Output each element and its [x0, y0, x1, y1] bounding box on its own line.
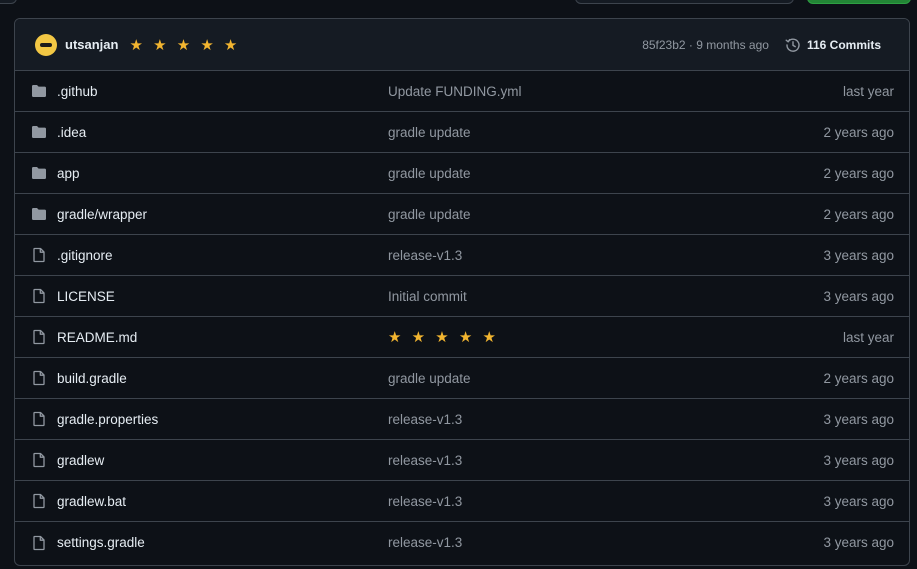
commit-time: 3 years ago: [823, 247, 894, 263]
commit-message-link[interactable]: release-v1.3: [388, 412, 754, 427]
file-row[interactable]: build.gradle gradle update 2 years ago: [15, 358, 909, 399]
file-name[interactable]: .idea: [57, 125, 388, 140]
file-name[interactable]: gradle.properties: [57, 412, 388, 427]
file-name[interactable]: LICENSE: [57, 289, 388, 304]
commit-message-link[interactable]: ★ ★ ★ ★ ★: [388, 328, 754, 346]
file-row[interactable]: gradle/wrapper gradle update 2 years ago: [15, 194, 909, 235]
file-row[interactable]: LICENSE Initial commit 3 years ago: [15, 276, 909, 317]
commit-message-text: ★ ★ ★ ★ ★: [388, 329, 499, 346]
commits-count: 116 Commits: [806, 37, 881, 52]
commit-time: 3 years ago: [823, 452, 894, 468]
commit-time: 3 years ago: [823, 493, 894, 509]
commit-message-text: release-v1.3: [388, 452, 463, 468]
commit-message-text: gradle update: [388, 206, 471, 222]
commit-message-text: release-v1.3: [388, 493, 463, 509]
file-icon: [31, 535, 47, 551]
commit-time: 3 years ago: [823, 288, 894, 304]
file-row[interactable]: .github Update FUNDING.yml last year: [15, 71, 909, 112]
file-name[interactable]: settings.gradle: [57, 535, 388, 550]
file-icon: [31, 452, 47, 468]
commit-message-link[interactable]: Initial commit: [388, 289, 754, 304]
file-browser: utsanjan ★ ★ ★ ★ ★ 85f23b2 · 9 months ag…: [14, 18, 910, 566]
commit-message-link[interactable]: release-v1.3: [388, 494, 754, 509]
file-name[interactable]: .github: [57, 84, 388, 99]
folder-icon: [31, 165, 47, 181]
commit-time: 3 years ago: [823, 535, 894, 550]
file-icon: [31, 411, 47, 427]
file-row[interactable]: .idea gradle update 2 years ago: [15, 112, 909, 153]
file-name[interactable]: gradle/wrapper: [57, 207, 388, 222]
commit-message-link[interactable]: Update FUNDING.yml: [388, 84, 754, 99]
file-row[interactable]: settings.gradle release-v1.3 3 years ago: [15, 522, 909, 563]
file-row[interactable]: .gitignore release-v1.3 3 years ago: [15, 235, 909, 276]
folder-icon: [31, 124, 47, 140]
commit-time: 2 years ago: [823, 206, 894, 222]
file-row[interactable]: app gradle update 2 years ago: [15, 153, 909, 194]
commit-message-link[interactable]: release-v1.3: [388, 535, 754, 550]
avatar[interactable]: [35, 33, 57, 56]
commits-link[interactable]: 116 Commits: [785, 37, 881, 53]
file-row[interactable]: gradlew.bat release-v1.3 3 years ago: [15, 481, 909, 522]
file-name[interactable]: .gitignore: [57, 248, 388, 263]
commit-time: last year: [842, 329, 894, 345]
file-row[interactable]: gradlew release-v1.3 3 years ago: [15, 440, 909, 481]
commit-message-text: release-v1.3: [388, 411, 463, 427]
commit-time: 2 years ago: [823, 165, 894, 181]
file-name[interactable]: app: [57, 166, 388, 181]
file-name[interactable]: gradlew.bat: [57, 494, 388, 509]
commit-meta[interactable]: 85f23b2 · 9 months ago: [642, 38, 769, 52]
commit-message-text: gradle update: [388, 165, 471, 181]
commit-message-link[interactable]: gradle update: [388, 166, 754, 181]
go-to-file-input[interactable]: [575, 0, 794, 4]
commit-message-link[interactable]: gradle update: [388, 125, 754, 140]
folder-icon: [31, 83, 47, 99]
commit-message[interactable]: ★ ★ ★ ★ ★: [129, 36, 240, 54]
commit-message-text: gradle update: [388, 124, 471, 140]
clock-history-icon: [785, 38, 800, 52]
file-row[interactable]: README.md ★ ★ ★ ★ ★ last year: [15, 317, 909, 358]
file-icon: [31, 493, 47, 509]
code-button[interactable]: [807, 0, 911, 4]
commit-message-text: release-v1.3: [388, 247, 463, 263]
commit-message-link[interactable]: gradle update: [388, 207, 754, 222]
file-list: .github Update FUNDING.yml last year .idea g…: [15, 71, 909, 563]
file-name[interactable]: README.md: [57, 330, 388, 345]
commit-message-link[interactable]: release-v1.3: [388, 248, 754, 263]
commit-message-text: release-v1.3: [388, 535, 463, 550]
commit-time: 2 years ago: [823, 370, 894, 386]
commit-message-text: gradle update: [388, 370, 471, 386]
folder-icon: [31, 206, 47, 222]
commit-time: last year: [842, 83, 894, 99]
commit-time: 2 years ago: [823, 124, 894, 140]
commit-message-link[interactable]: release-v1.3: [388, 453, 754, 468]
commit-message-link[interactable]: gradle update: [388, 371, 754, 386]
file-icon: [31, 370, 47, 386]
file-icon: [31, 288, 47, 304]
commit-author[interactable]: utsanjan: [65, 37, 118, 52]
commit-time: 3 years ago: [823, 411, 894, 427]
toolbar-button-left[interactable]: [0, 0, 17, 4]
file-icon: [31, 329, 47, 345]
file-row[interactable]: gradle.properties release-v1.3 3 years ago: [15, 399, 909, 440]
latest-commit-bar: utsanjan ★ ★ ★ ★ ★ 85f23b2 · 9 months ag…: [15, 19, 909, 71]
file-name[interactable]: gradlew: [57, 453, 388, 468]
commit-message-text: Update FUNDING.yml: [388, 83, 522, 99]
file-icon: [31, 247, 47, 263]
commit-message-text: Initial commit: [388, 288, 467, 304]
file-name[interactable]: build.gradle: [57, 371, 388, 386]
